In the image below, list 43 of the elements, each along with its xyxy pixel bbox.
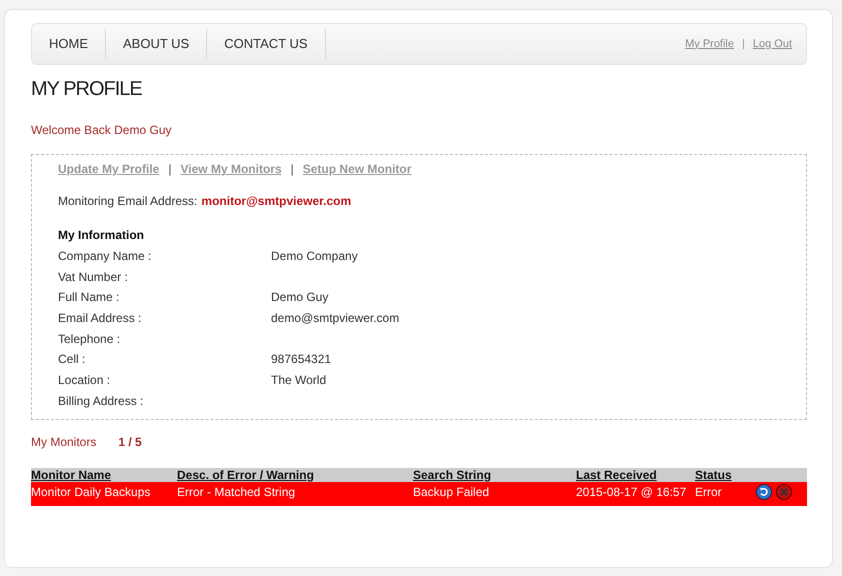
nav-link[interactable]: ABOUT US xyxy=(106,29,208,59)
profile-link[interactable]: Update My Profile xyxy=(58,162,160,176)
field-value: Demo Company xyxy=(271,248,358,265)
page-title: MY PROFILE xyxy=(31,77,143,101)
field-label: Vat Number : xyxy=(58,268,129,286)
separator: | xyxy=(742,36,745,52)
table-cell: Error xyxy=(695,482,756,506)
header-link[interactable]: Log Out xyxy=(752,36,792,52)
monitor-count: 1 / 5 xyxy=(118,435,142,449)
field-label: Billing Address : xyxy=(58,392,144,410)
field-value: demo@smtpviewer.com xyxy=(271,310,400,328)
table-cell: Error - Matched String xyxy=(177,482,413,506)
field-label: Email Address : xyxy=(58,310,142,328)
table-cell: Backup Failed xyxy=(413,482,576,506)
column-header: Last Received xyxy=(576,468,695,482)
refresh-icon[interactable] xyxy=(756,484,772,500)
field-label: Telephone : xyxy=(58,330,122,348)
field-value: 987654321 xyxy=(271,351,332,368)
field-label: Company Name : xyxy=(58,248,152,265)
field-label: Monitoring Email Address: xyxy=(58,193,198,210)
column-header: Search String xyxy=(413,468,576,482)
table-cell: Monitor Daily Backups xyxy=(31,482,177,506)
section-title: My Information xyxy=(58,227,145,244)
email-value: monitor@smtpviewer.com xyxy=(201,193,352,210)
column-header: Status xyxy=(695,468,756,482)
field-value: The World xyxy=(271,372,326,390)
welcome-message: Welcome Back Demo Guy xyxy=(31,122,172,139)
section-title: My Monitors xyxy=(31,435,96,449)
field-label: Full Name : xyxy=(58,289,120,306)
delete-icon[interactable] xyxy=(776,484,792,500)
profile-link[interactable]: View My Monitors xyxy=(180,162,282,176)
table-cell: 2015-08-17 @ 16:57 xyxy=(576,482,695,506)
field-label: Location : xyxy=(58,372,112,390)
nav-link[interactable]: CONTACT US xyxy=(207,29,326,59)
field-value: Demo Guy xyxy=(271,289,328,306)
nav-link[interactable]: HOME xyxy=(32,29,106,59)
separator: | xyxy=(290,162,294,176)
header-link[interactable]: My Profile xyxy=(685,36,734,52)
column-header: Monitor Name xyxy=(31,468,177,482)
column-header: Desc. of Error / Warning xyxy=(177,468,413,482)
profile-link[interactable]: Setup New Monitor xyxy=(302,162,412,176)
field-label: Cell : xyxy=(58,351,86,368)
separator: | xyxy=(168,162,172,176)
